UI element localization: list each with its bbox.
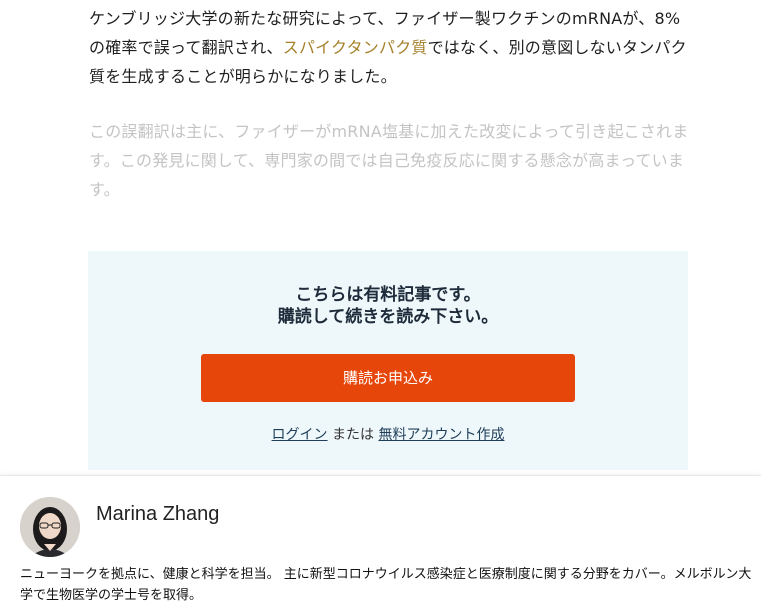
create-account-link[interactable]: 無料アカウント作成 [378,427,504,443]
article-body: ケンブリッジ大学の新たな研究によって、ファイザー製ワクチンのmRNAが、8%の確… [89,4,689,204]
article-paragraph-1: ケンブリッジ大学の新たな研究によって、ファイザー製ワクチンのmRNAが、8%の確… [89,4,689,91]
author-box: Marina Zhang ニューヨークを拠点に、健康と科学を担当。 主に新型コロ… [0,475,761,609]
author-name[interactable]: Marina Zhang [96,503,219,526]
author-bio: ニューヨークを拠点に、健康と科学を担当。 主に新型コロナウイルス感染症と医療制度… [20,567,752,603]
paywall-title: こちらは有料記事です。 購読して続きを読み下さい。 [88,284,688,328]
paywall-box: こちらは有料記事です。 購読して続きを読み下さい。 購読お申込み ログイン また… [88,251,688,470]
or-text: または [332,427,374,443]
login-link[interactable]: ログイン [272,427,328,443]
login-row: ログイン または 無料アカウント作成 [88,424,688,444]
highlight-link[interactable]: スパイクタンパク質 [283,38,428,57]
subscribe-button[interactable]: 購読お申込み [201,354,575,402]
avatar-illustration [20,497,80,557]
article-paragraph-2-faded: この誤翻訳は主に、ファイザーがmRNA塩基に加えた改変によって引き起こされます。… [89,122,689,199]
paywall-title-line-2: 購読して続きを読み下さい。 [277,307,499,327]
person-photo-icon[interactable] [20,497,80,557]
paywall-title-line-1: こちらは有料記事です。 [295,285,481,305]
